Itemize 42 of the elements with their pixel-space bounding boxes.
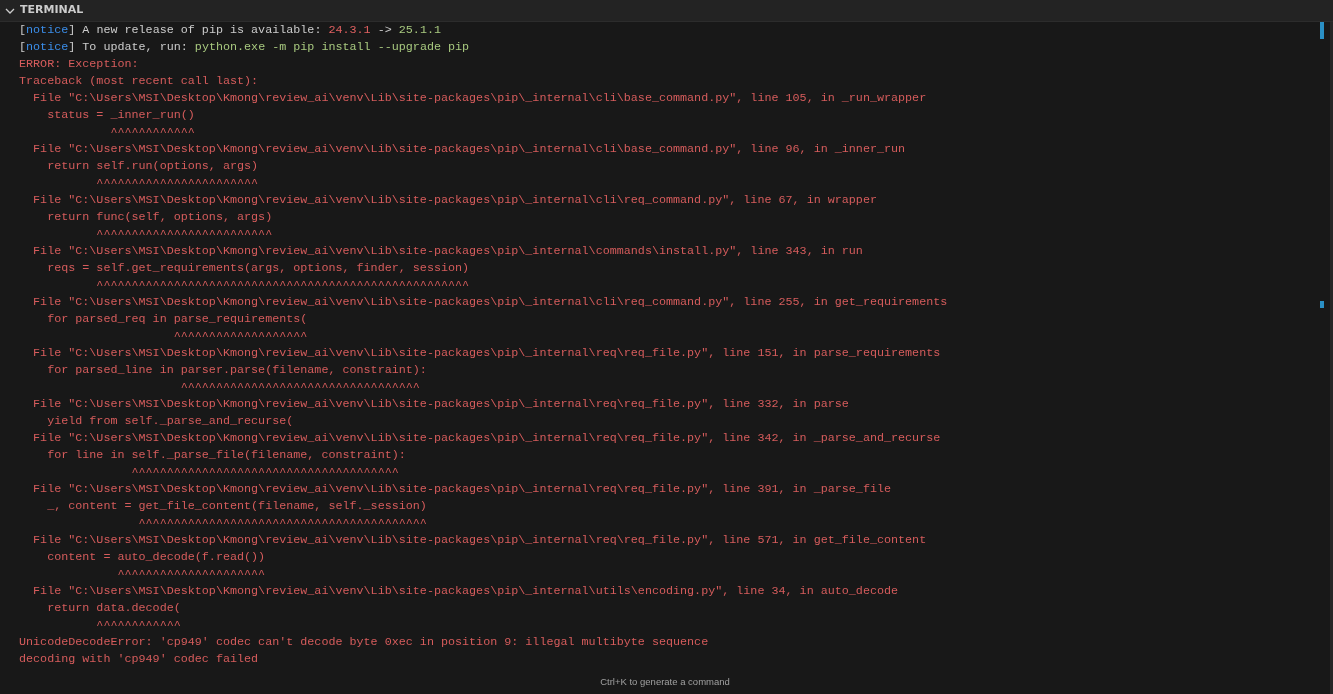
error-line: for line in self._parse_file(filename, constraint): <box>46 447 406 464</box>
error-line: File "C:\Users\MSI\Desktop\Kmong\review_ai\venv\Lib\site-packages\pip\_internal\cli\base_command.py", line 96, in _inner_run <box>32 141 906 158</box>
error-line: ERROR: Exception: <box>19 56 139 73</box>
error-line: for parsed_line in parser.parse(filename, constraint): <box>46 362 427 379</box>
caret-marker-line: ^^^^^^^^^^^^ <box>109 124 195 141</box>
error-line: File "C:\Users\MSI\Desktop\Kmong\review_ai\venv\Lib\site-packages\pip\_internal\cli\base_command.py", line 105, in _run_wrapper <box>32 90 927 107</box>
error-line: yield from self._parse_and_recurse( <box>46 413 294 430</box>
error-line: status = _inner_run() <box>46 107 195 124</box>
notice-line: [notice] To update, run: python.exe -m pip install --upgrade pip <box>19 39 470 56</box>
hint-text: Ctrl+K to generate a command <box>600 676 730 687</box>
error-line: for parsed_req in parse_requirements( <box>46 311 308 328</box>
caret-marker-line: ^^^^^^^^^^^^^^^^^^^^^^^^^^^^^^^^^^ <box>179 379 420 396</box>
notice-line: [notice] A new release of pip is available: 24.3.1 -> 25.1.1 <box>19 22 441 39</box>
error-line: File "C:\Users\MSI\Desktop\Kmong\review_ai\venv\Lib\site-packages\pip\_internal\req\req_file.py", line 571, in get_file_content <box>32 532 927 549</box>
error-line: content = auto_decode(f.read()) <box>46 549 266 566</box>
error-line: File "C:\Users\MSI\Desktop\Kmong\review_ai\venv\Lib\site-packages\pip\_internal\commands\install.py", line 343, in run <box>32 243 863 260</box>
caret-marker-line: ^^^^^^^^^^^^^^^^^^^^^ <box>116 566 266 583</box>
error-line: File "C:\Users\MSI\Desktop\Kmong\review_ai\venv\Lib\site-packages\pip\_internal\req\req_file.py", line 151, in parse_requirements <box>32 345 941 362</box>
scrollbar-marker <box>1320 22 1324 39</box>
error-line: reqs = self.get_requirements(args, options, finder, session) <box>46 260 470 277</box>
error-line: UnicodeDecodeError: 'cp949' codec can't decode byte 0xec in position 9: illegal multibyte sequence <box>19 634 709 651</box>
caret-marker-line: ^^^^^^^^^^^^^^^^^^^^^^^ <box>95 175 259 192</box>
caret-marker-line: ^^^^^^^^^^^^^^^^^^^^^^^^^^^^^^^^^^^^^^ <box>130 464 399 481</box>
caret-marker-line: ^^^^^^^^^^^^^^^^^^^^^^^^^ <box>95 226 273 243</box>
error-line: File "C:\Users\MSI\Desktop\Kmong\review_ai\venv\Lib\site-packages\pip\_internal\req\req_file.py", line 332, in parse <box>32 396 849 413</box>
error-line: _, content = get_file_content(filename, self._session) <box>46 498 427 515</box>
caret-marker-line: ^^^^^^^^^^^^ <box>95 617 181 634</box>
error-line: return data.decode( <box>46 600 181 617</box>
panel-title[interactable]: TERMINAL <box>20 2 84 19</box>
error-line: File "C:\Users\MSI\Desktop\Kmong\review_ai\venv\Lib\site-packages\pip\_internal\req\req_file.py", line 391, in _parse_file <box>32 481 892 498</box>
error-line: File "C:\Users\MSI\Desktop\Kmong\review_ai\venv\Lib\site-packages\pip\_internal\req\req_file.py", line 342, in _parse_and_recurse <box>32 430 941 447</box>
error-line: File "C:\Users\MSI\Desktop\Kmong\review_ai\venv\Lib\site-packages\pip\_internal\cli\req_command.py", line 255, in get_requirements <box>32 294 948 311</box>
scrollbar-marker <box>1320 301 1324 308</box>
error-line: return func(self, options, args) <box>46 209 273 226</box>
caret-marker-line: ^^^^^^^^^^^^^^^^^^^^^^^^^^^^^^^^^^^^^^^^^^^^^^^^^^^^^ <box>95 277 470 294</box>
error-line: File "C:\Users\MSI\Desktop\Kmong\review_ai\venv\Lib\site-packages\pip\_internal\utils\encoding.py", line 34, in auto_decode <box>32 583 899 600</box>
error-line: return self.run(options, args) <box>46 158 259 175</box>
error-line: Traceback (most recent call last): <box>19 73 259 90</box>
caret-marker-line: ^^^^^^^^^^^^^^^^^^^^^^^^^^^^^^^^^^^^^^^^^ <box>137 515 427 532</box>
error-line: decoding with 'cp949' codec failed <box>19 651 259 668</box>
caret-marker-line: ^^^^^^^^^^^^^^^^^^^ <box>172 328 308 345</box>
error-line: File "C:\Users\MSI\Desktop\Kmong\review_ai\venv\Lib\site-packages\pip\_internal\cli\req_command.py", line 67, in wrapper <box>32 192 877 209</box>
